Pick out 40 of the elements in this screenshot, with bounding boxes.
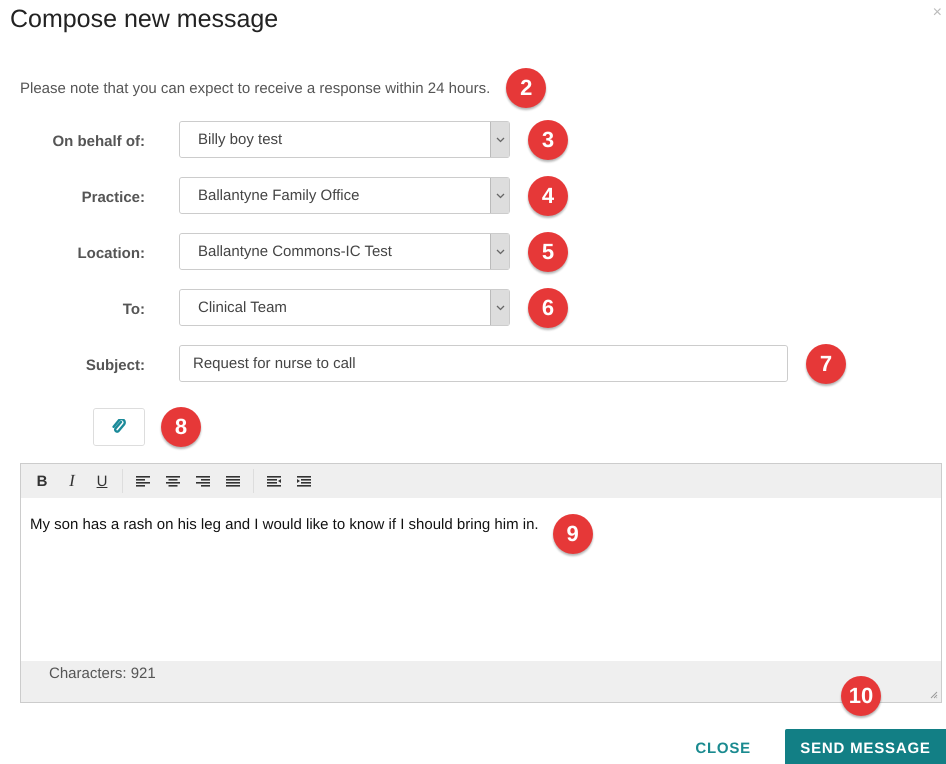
paperclip-icon (112, 419, 126, 435)
callout-badge: 3 (528, 120, 568, 160)
callout-badge: 2 (506, 68, 546, 108)
character-count: Characters: 921 (49, 665, 156, 682)
indent-icon (297, 476, 311, 486)
field-label: Practice: (80, 188, 145, 206)
resize-grip-icon (930, 691, 938, 699)
align-center-icon (166, 476, 180, 486)
chevron-icon (496, 192, 504, 198)
send-message-button[interactable]: SEND MESSAGE (785, 729, 946, 764)
message-text: My son has a rash on his leg and I would like to know if I should bring him in. (30, 515, 539, 533)
outdent-icon (267, 476, 281, 486)
callout-badge: 5 (528, 232, 568, 272)
align-right-icon (196, 476, 210, 486)
chevron-icon (496, 304, 504, 310)
field-label: Subject: (84, 356, 145, 374)
close-button[interactable]: CLOSE (689, 738, 757, 758)
dropdown[interactable]: Clinical Team (179, 289, 510, 326)
dropdown[interactable]: Ballantyne Family Office (179, 177, 510, 214)
subject-field[interactable]: Request for nurse to call (179, 345, 788, 382)
align-left-icon (136, 476, 150, 486)
callout-badge: 9 (552, 514, 593, 554)
underline-button[interactable]: U (89, 468, 115, 494)
dropdown[interactable]: Billy boy test (179, 121, 510, 158)
field-label: To: (122, 300, 145, 318)
chevron-icon (496, 248, 504, 254)
response-note: Please note that you can expect to receive a response within 24 hours. (20, 80, 490, 96)
field-label: On behalf of: (52, 132, 145, 150)
field-label: Location: (76, 244, 145, 262)
callout-badge: 8 (161, 407, 201, 447)
callout-badge: 4 (528, 176, 568, 216)
dialog-title: Compose new message (10, 5, 278, 34)
callout-badge: 7 (806, 344, 846, 384)
chevron-icon (496, 136, 504, 142)
attach-button[interactable] (93, 408, 145, 446)
callout-badge: 6 (528, 288, 568, 328)
bold-button[interactable]: B (29, 468, 55, 494)
dropdown[interactable]: Ballantyne Commons-IC Test (179, 233, 510, 270)
justify-icon (226, 476, 240, 486)
italic-button[interactable]: I (59, 468, 85, 494)
